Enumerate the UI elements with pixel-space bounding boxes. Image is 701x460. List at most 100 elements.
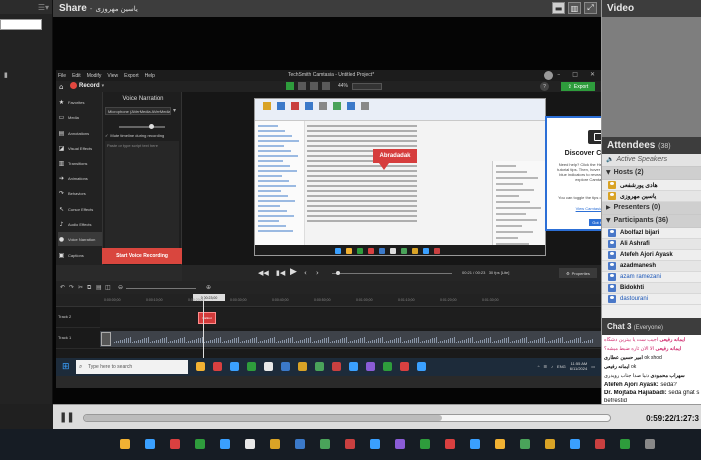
prev-icon[interactable]: ‹ — [304, 269, 307, 277]
host-taskbar-app-icon[interactable] — [170, 439, 180, 449]
menu-item-file[interactable]: File — [58, 73, 66, 79]
minimize-icon[interactable]: – — [557, 71, 560, 78]
tray-arrow-icon[interactable]: ^ — [538, 364, 540, 369]
host-taskbar-app-icon[interactable] — [570, 439, 580, 449]
step-back-icon[interactable]: ◀◀ — [258, 269, 269, 277]
file-row[interactable] — [307, 145, 417, 147]
taskbar-app-icon[interactable] — [298, 362, 307, 371]
host-taskbar-app-icon[interactable] — [520, 439, 530, 449]
player-progress-track[interactable] — [83, 414, 611, 422]
playback-scrubber[interactable] — [332, 271, 452, 275]
zoom-level[interactable]: 44% — [338, 83, 348, 89]
sidebar-item-visual-effects[interactable]: ◪ Visual Effects — [58, 141, 102, 155]
next-icon[interactable]: › — [316, 269, 319, 277]
account-avatar[interactable] — [544, 71, 553, 80]
host-taskbar-app-icon[interactable] — [470, 439, 480, 449]
script-textarea[interactable]: Paste or type script text here — [105, 141, 179, 255]
host-taskbar-app-icon[interactable] — [620, 439, 630, 449]
host-row[interactable]: هادی پورشفعی — [602, 180, 701, 191]
zoom-out-icon[interactable]: ⊖ — [118, 284, 123, 291]
file-row[interactable] — [307, 130, 417, 132]
undo-icon[interactable]: ↶ — [60, 284, 65, 291]
hosts-group-toggle[interactable]: ▼ Hosts (2) — [602, 167, 701, 180]
folder-tree-item[interactable] — [258, 210, 287, 212]
ribbon-tool-icon[interactable] — [291, 102, 299, 110]
participant-row[interactable]: Ali Ashrafi — [602, 239, 701, 250]
folder-tree-item[interactable] — [258, 140, 299, 142]
track-lane[interactable] — [100, 308, 601, 328]
callout-annotation[interactable]: Abradadak — [373, 149, 417, 163]
pause-icon[interactable]: ❚❚ — [59, 412, 75, 423]
folder-tree-item[interactable] — [258, 145, 284, 147]
file-row[interactable] — [307, 175, 417, 177]
timeline-ruler[interactable]: 0:00:23;00 0:00:00;00 0:00:10;00 0:00:20;0… — [56, 294, 601, 307]
properties-button[interactable]: ⚙ Properties — [559, 268, 597, 278]
split-icon[interactable]: ◫ — [105, 284, 111, 291]
ribbon-tool-icon[interactable] — [347, 102, 355, 110]
menu-caret-icon[interactable]: ☰▾ — [38, 3, 49, 12]
timeline-zoom-slider[interactable] — [126, 288, 196, 289]
ribbon-tool-icon[interactable] — [305, 102, 313, 110]
microphone-select[interactable]: Microphone (AVerMedia AVerMedia (R)) (R) — [105, 107, 171, 115]
home-icon[interactable]: ⌂ — [59, 83, 63, 91]
file-row[interactable] — [307, 190, 417, 192]
file-row[interactable] — [307, 195, 417, 197]
menu-item-help[interactable]: Help — [145, 73, 155, 79]
sidebar-item-annotations[interactable]: ▤ Annotations — [58, 126, 102, 140]
host-taskbar-app-icon[interactable] — [245, 439, 255, 449]
host-taskbar-app-icon[interactable] — [445, 439, 455, 449]
participant-row[interactable]: dastourani — [602, 294, 701, 305]
track-1[interactable]: Track 1 — [56, 329, 601, 349]
export-button[interactable]: ⇪ Export — [561, 82, 595, 91]
network-icon[interactable]: ☰ — [543, 364, 547, 369]
taskbar-app-icon[interactable] — [264, 362, 273, 371]
zoom-dropdown[interactable] — [352, 82, 383, 90]
sidebar-item-animations[interactable]: ➔ Animations — [58, 171, 102, 185]
participant-row[interactable]: Bidokhti — [602, 283, 701, 294]
folder-tree-item[interactable] — [258, 125, 278, 127]
notifications-icon[interactable]: ▭ — [591, 364, 595, 369]
playhead-line[interactable] — [203, 294, 204, 360]
close-icon[interactable]: ✕ — [590, 71, 595, 78]
folder-tree-item[interactable] — [258, 130, 285, 132]
file-row[interactable] — [307, 170, 417, 172]
participants-group-toggle[interactable]: ▼ Participants (36) — [602, 215, 701, 228]
taskbar-app-icon[interactable] — [247, 362, 256, 371]
folder-tree-item[interactable] — [258, 230, 293, 232]
taskbar-app-icon[interactable] — [315, 362, 324, 371]
fullscreen-icon[interactable]: ⤢ — [584, 2, 597, 14]
file-row[interactable] — [307, 180, 417, 182]
host-taskbar-app-icon[interactable] — [345, 439, 355, 449]
prev-frame-icon[interactable]: ▮◀ — [276, 269, 285, 277]
participant-row[interactable]: Atefeh Ajori Ayask — [602, 250, 701, 261]
folder-tree-item[interactable] — [258, 205, 280, 207]
folder-tree-item[interactable] — [258, 195, 288, 197]
folder-tree-item[interactable] — [258, 190, 281, 192]
folder-tree-item[interactable] — [258, 215, 294, 217]
taskbar-app-icon[interactable] — [349, 362, 358, 371]
taskbar-app-icon[interactable] — [383, 362, 392, 371]
maximize-icon[interactable]: □ — [572, 71, 578, 78]
taskbar-search-box[interactable]: ⌕ Type here to search — [76, 360, 188, 374]
folder-tree-item[interactable] — [258, 170, 297, 172]
scrubber-knob[interactable] — [336, 271, 340, 275]
ribbon-tool-icon[interactable] — [277, 102, 285, 110]
sidebar-item-behaviors[interactable]: ↷ Behaviors — [58, 186, 102, 200]
host-taskbar-app-icon[interactable] — [195, 439, 205, 449]
host-taskbar-app-icon[interactable] — [645, 439, 655, 449]
taskbar-app-icon[interactable] — [366, 362, 375, 371]
host-taskbar-app-icon[interactable] — [145, 439, 155, 449]
cut-icon[interactable]: ✂ — [78, 284, 83, 291]
menu-item-export[interactable]: Export — [124, 73, 138, 79]
zoom-in-icon[interactable]: ⊕ — [206, 284, 211, 291]
participant-row[interactable]: azam ramezani — [602, 272, 701, 283]
select-tool-icon[interactable] — [286, 82, 294, 90]
sidebar-item-media[interactable]: ▭ Media — [58, 110, 102, 124]
file-row[interactable] — [307, 125, 417, 127]
sidebar-item-cursor-effects[interactable]: ↖ Cursor Effects — [58, 202, 102, 216]
menu-item-edit[interactable]: Edit — [72, 73, 81, 79]
host-taskbar-app-icon[interactable] — [120, 439, 130, 449]
taskbar-app-icon[interactable] — [400, 362, 409, 371]
ribbon-tool-icon[interactable] — [361, 102, 369, 110]
host-taskbar-app-icon[interactable] — [370, 439, 380, 449]
